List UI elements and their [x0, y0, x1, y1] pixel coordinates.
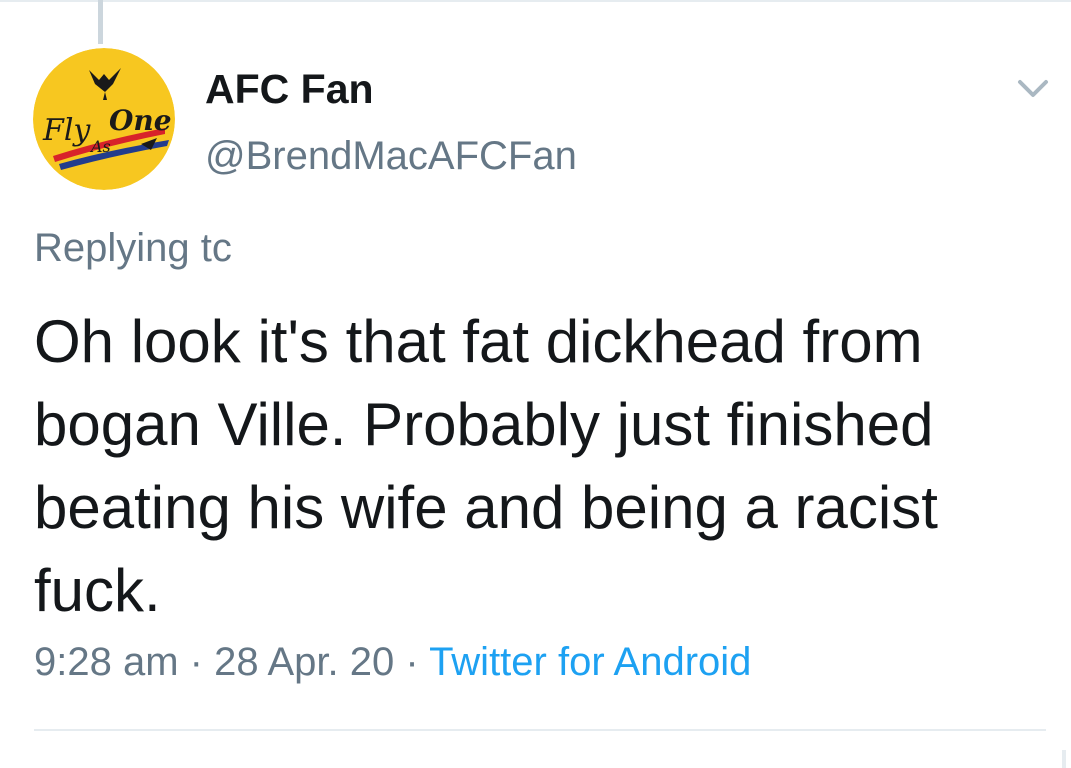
replying-to-label: Replying tc	[34, 226, 232, 270]
avatar-logo-fly: Fly	[42, 113, 91, 148]
meta-separator: ·	[394, 640, 430, 684]
tweet-source-link[interactable]: Twitter for Android	[429, 640, 751, 684]
divider	[34, 729, 1046, 731]
tweet-date[interactable]: 28 Apr. 20	[214, 640, 394, 684]
tweet-metadata: 9:28 am · 28 Apr. 20 · Twitter for Andro…	[34, 640, 751, 685]
top-border	[0, 0, 1071, 2]
thread-connector-line	[98, 0, 103, 44]
avatar-logo-one: One	[109, 104, 172, 137]
corner-divider	[1062, 750, 1066, 768]
redacted-reply-target	[262, 228, 982, 274]
meta-separator: ·	[178, 640, 215, 684]
author-name[interactable]: AFC Fan	[205, 66, 374, 113]
avatar-logo-as: As	[89, 137, 111, 156]
tweet-card: Fly As One AFC Fan @BrendMacAFCFan Reply…	[0, 0, 1071, 768]
author-handle[interactable]: @BrendMacAFCFan	[205, 134, 577, 179]
fly-as-one-logo-icon: Fly As One	[33, 48, 175, 190]
tweet-time[interactable]: 9:28 am	[34, 640, 179, 684]
avatar[interactable]: Fly As One	[33, 48, 175, 190]
chevron-down-icon[interactable]	[1014, 76, 1052, 102]
tweet-body: Oh look it's that fat dickhead from boga…	[34, 308, 938, 624]
